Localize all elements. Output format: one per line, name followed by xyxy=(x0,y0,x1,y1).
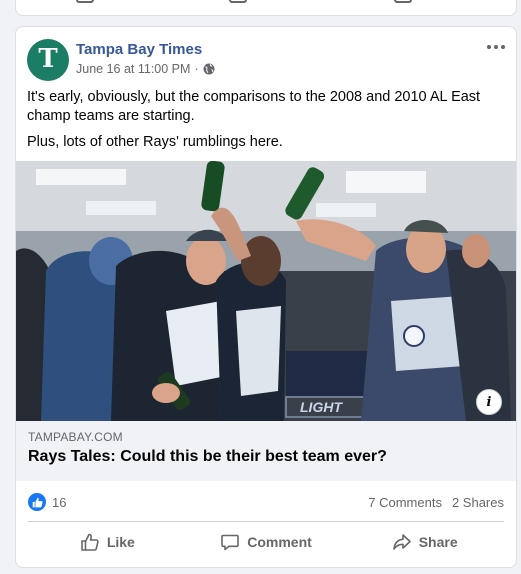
avatar-logo: T xyxy=(38,44,58,74)
more-options-icon[interactable] xyxy=(484,41,508,53)
engagement-counts: 7 Comments 2 Shares xyxy=(368,492,504,512)
info-icon[interactable]: i xyxy=(476,389,502,415)
page-name-link[interactable]: Tampa Bay Times xyxy=(76,41,202,58)
meta-separator: · xyxy=(194,62,199,76)
actions-divider xyxy=(28,521,504,522)
previous-comment-icon[interactable] xyxy=(229,0,247,3)
share-icon xyxy=(392,534,411,550)
link-domain: TAMPABAY.COM xyxy=(28,430,123,444)
reaction-count[interactable]: 16 xyxy=(52,495,66,510)
like-label: Like xyxy=(106,534,135,550)
shares-count-link[interactable]: 2 Shares xyxy=(452,495,504,510)
previous-post-card xyxy=(15,0,517,16)
comment-button[interactable]: Comment xyxy=(187,525,346,559)
previous-like-icon[interactable] xyxy=(76,0,94,3)
share-button[interactable]: Share xyxy=(345,525,504,559)
post-meta: June 16 at 11:00 PM · xyxy=(76,62,215,76)
post-text-paragraph-1: It's early, obviously, but the compariso… xyxy=(27,89,481,124)
post-date-link[interactable]: June 16 at 11:00 PM xyxy=(76,62,190,76)
reactions-summary[interactable]: 16 xyxy=(28,492,66,512)
post-card: T Tampa Bay Times June 16 at 11:00 PM · … xyxy=(15,26,517,568)
link-preview-box[interactable]: TAMPABAY.COM Rays Tales: Could this be t… xyxy=(16,421,516,481)
share-label: Share xyxy=(418,534,458,550)
post-text-paragraph-2: Plus, lots of other Rays' rumblings here… xyxy=(27,134,283,150)
like-button[interactable]: Like xyxy=(28,525,187,559)
like-reaction-icon xyxy=(28,493,46,511)
comments-count-link[interactable]: 7 Comments xyxy=(368,495,442,510)
globe-icon[interactable] xyxy=(203,63,215,75)
thumbs-up-icon xyxy=(81,533,99,551)
link-preview-photo[interactable]: LIGHT i xyxy=(16,161,516,421)
comment-label: Comment xyxy=(247,534,312,550)
previous-share-icon[interactable] xyxy=(394,0,412,3)
page-avatar[interactable]: T xyxy=(27,39,69,81)
link-headline[interactable]: Rays Tales: Could this be their best tea… xyxy=(28,448,387,466)
photo-sign-text: LIGHT xyxy=(300,399,343,415)
celebration-photo: LIGHT xyxy=(16,161,516,421)
post-actions-bar: Like Comment Share xyxy=(28,525,504,559)
comment-icon xyxy=(221,534,240,551)
